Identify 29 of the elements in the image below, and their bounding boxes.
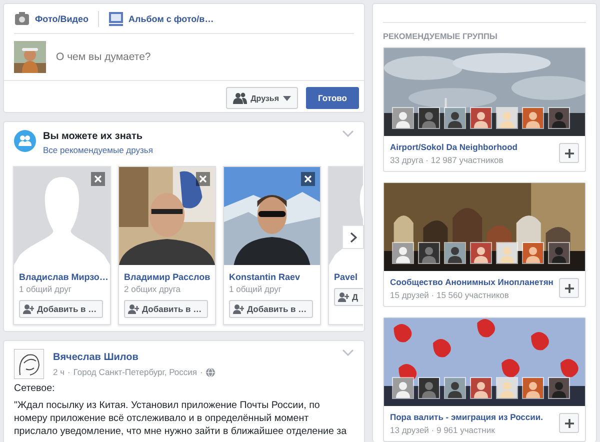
done-button[interactable]: Готово xyxy=(306,87,359,109)
add-friend-button[interactable]: Д xyxy=(334,288,363,306)
dot-separator: · xyxy=(68,367,70,378)
section-title: Вы можете их знать xyxy=(43,130,144,144)
audience-button[interactable]: Друзья xyxy=(226,87,298,109)
person-name[interactable]: Владислав Мирзо… xyxy=(19,271,105,283)
dot-separator: · xyxy=(200,367,203,378)
add-friend-button[interactable]: Добавить в … xyxy=(19,300,103,318)
post-text: Сетевое: xyxy=(14,382,56,395)
author-name[interactable]: Вячеслав Шилов xyxy=(53,351,215,364)
group-stats: 15 друзей · 15 560 участников xyxy=(390,289,510,301)
add-friend-button[interactable]: Добавить в … xyxy=(229,300,313,318)
group-name[interactable]: Сообщество Анонимных Инопланетян xyxy=(390,276,554,288)
group-stats: 33 друга · 12 987 участников xyxy=(390,154,504,166)
group-name[interactable]: Airport/Sokol Da Neighborhood xyxy=(390,141,518,153)
mutual-friends: 1 общий друг xyxy=(19,284,72,295)
see-all-link[interactable]: Все рекомендуемые друзья xyxy=(43,144,153,156)
section-heading: РЕКОМЕНДУЕМЫЕ ГРУППЫ xyxy=(383,22,586,43)
person-name[interactable]: Владимир Расслов xyxy=(124,271,210,283)
mutual-friends: 1 общий друг xyxy=(229,284,282,295)
group-stats: 13 друзей · 9 961 участник xyxy=(390,424,496,436)
add-friend-button[interactable]: Добавить в … xyxy=(124,300,208,318)
group-name[interactable]: Пора валить - эмиграция из России. xyxy=(390,411,543,423)
post-text: "Ждал посылку из Китая. Установил приложение Почты России, по номеру приложение всё отслеживало и в определённый момент прислало уведомление, что мне нужно зайти в ближайшее отделение за xyxy=(14,399,348,438)
composer-tab[interactable]: Фото/Видео xyxy=(14,10,98,26)
person-name[interactable]: Pavel xyxy=(334,271,363,283)
person-name[interactable]: Konstantin Raev xyxy=(229,271,315,283)
composer-tab[interactable]: Альбом с фото/в… xyxy=(108,10,223,26)
mutual-friends: 2 общих друга xyxy=(124,284,182,295)
